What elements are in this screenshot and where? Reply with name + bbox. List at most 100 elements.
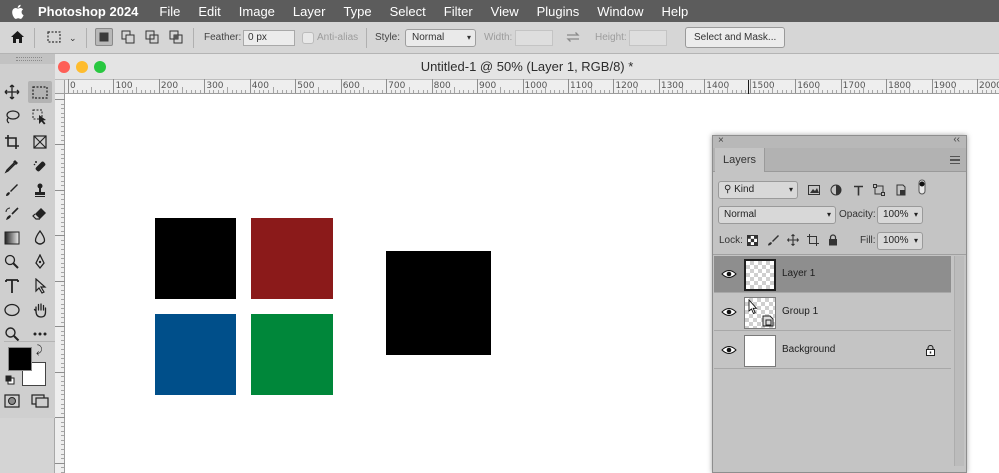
eye-icon[interactable] [721, 306, 737, 318]
blue-square[interactable] [155, 314, 236, 395]
dodge-tool-icon[interactable] [0, 251, 24, 273]
layer-row-layer-1[interactable]: Layer 1 [714, 256, 951, 293]
menu-select[interactable]: Select [381, 4, 435, 19]
close-panel-icon[interactable]: × [718, 135, 724, 146]
swap-colors-icon[interactable]: ⤸ [36, 344, 43, 357]
default-colors-icon[interactable] [5, 374, 15, 385]
preset-chevron-down-icon[interactable]: ⌄ [69, 33, 77, 44]
menu-image[interactable]: Image [230, 4, 284, 19]
home-icon[interactable] [8, 28, 26, 46]
menu-window[interactable]: Window [588, 4, 652, 19]
eye-icon[interactable] [721, 268, 737, 280]
type-layer-filter-icon[interactable] [851, 183, 865, 197]
gradient-tool-icon[interactable] [0, 227, 24, 249]
lock-image-pixels-icon[interactable] [766, 233, 780, 247]
pen-tool-icon[interactable] [28, 251, 52, 273]
hand-tool-icon[interactable] [28, 299, 52, 321]
app-menu[interactable]: Photoshop 2024 [34, 4, 150, 19]
green-square[interactable] [251, 314, 333, 395]
panel-menu-icon[interactable] [950, 156, 960, 164]
pixel-layer-filter-icon[interactable] [807, 183, 821, 197]
layers-scrollbar[interactable] [954, 256, 964, 466]
ruler-origin[interactable] [55, 80, 65, 94]
path-selection-tool-icon[interactable] [28, 275, 52, 297]
object-selection-tool-icon[interactable] [28, 106, 52, 128]
anti-alias-checkbox[interactable] [302, 32, 314, 44]
eye-icon[interactable] [721, 344, 737, 356]
ruler-minor-tick [490, 90, 492, 93]
foreground-color-swatch[interactable] [8, 347, 32, 371]
ruler-minor-tick [61, 439, 64, 441]
eraser-tool-icon[interactable] [28, 203, 52, 225]
quick-mask-icon[interactable] [0, 390, 24, 412]
menu-plugins[interactable]: Plugins [528, 4, 589, 19]
marquee-preset-icon[interactable] [45, 28, 63, 46]
fill-input[interactable]: 100% ▾ [877, 232, 923, 250]
style-select[interactable]: Normal ▾ [405, 29, 476, 47]
smart-object-filter-icon[interactable] [894, 183, 908, 197]
frame-tool-icon[interactable] [28, 131, 52, 153]
lock-transparent-pixels-icon[interactable] [745, 233, 759, 247]
ellipse-tool-icon[interactable] [0, 299, 24, 321]
eyedropper-tool-icon[interactable] [0, 155, 24, 177]
ruler-minor-tick [422, 90, 424, 93]
layer-name[interactable]: Layer 1 [782, 268, 815, 279]
menu-layer[interactable]: Layer [284, 4, 335, 19]
new-selection-icon[interactable] [95, 28, 113, 46]
horizontal-ruler[interactable]: 0 100 200 300 400 500 600 700 800 900 1000 1100 1200… [65, 79, 999, 94]
clone-stamp-tool-icon[interactable] [28, 179, 52, 201]
apple-icon[interactable] [0, 4, 34, 19]
layer-name[interactable]: Background [782, 344, 835, 355]
opacity-input[interactable]: 100% ▾ [877, 206, 923, 224]
menu-edit[interactable]: Edit [189, 4, 229, 19]
ruler-minor-tick [463, 90, 465, 93]
menu-view[interactable]: View [482, 4, 528, 19]
layer-row-background[interactable]: Background [714, 332, 951, 369]
lock-all-icon[interactable] [826, 233, 840, 247]
select-and-mask-button[interactable]: Select and Mask... [685, 27, 786, 48]
shape-layer-filter-icon[interactable] [872, 183, 886, 197]
crop-tool-icon[interactable] [0, 131, 24, 153]
lasso-tool-icon[interactable] [0, 106, 24, 128]
rectangular-marquee-tool-icon[interactable] [28, 81, 52, 103]
layer-name[interactable]: Group 1 [782, 306, 818, 317]
menu-help[interactable]: Help [653, 4, 698, 19]
red-square[interactable] [251, 218, 333, 299]
layer-row-group-1[interactable]: Group 1 [714, 294, 951, 331]
swap-width-height-icon[interactable] [564, 28, 582, 46]
screen-mode-icon[interactable] [28, 390, 52, 412]
menu-file[interactable]: File [150, 4, 189, 19]
lock-artboard-icon[interactable] [806, 233, 820, 247]
menu-type[interactable]: Type [334, 4, 380, 19]
tab-layers[interactable]: Layers [715, 148, 766, 172]
ruler-minor-tick [608, 90, 610, 93]
ruler-minor-tick [61, 376, 64, 378]
ruler-minor-tick [808, 90, 810, 93]
menu-filter[interactable]: Filter [435, 4, 482, 19]
move-tool-icon[interactable] [0, 81, 24, 103]
subtract-from-selection-icon[interactable] [143, 28, 161, 46]
vertical-ruler[interactable] [55, 94, 65, 473]
adjustment-layer-filter-icon[interactable] [829, 183, 843, 197]
lock-icon[interactable] [926, 344, 935, 359]
feather-input[interactable]: 0 px [243, 30, 295, 46]
collapse-panel-icon[interactable]: ‹‹ [953, 134, 960, 145]
black-square[interactable] [155, 218, 236, 299]
tools-panel-grip[interactable] [0, 54, 62, 64]
history-brush-tool-icon[interactable] [0, 203, 24, 225]
ruler-minor-tick [558, 90, 560, 93]
spot-healing-brush-tool-icon[interactable] [28, 155, 52, 177]
blur-tool-icon[interactable] [28, 227, 52, 249]
blend-mode-select[interactable]: Normal ▾ [718, 206, 836, 224]
width-input[interactable] [515, 30, 553, 46]
layer-filter-select[interactable]: ⚲ Kind ▾ [718, 181, 798, 199]
large-black-square[interactable] [386, 251, 491, 355]
type-tool-icon[interactable] [0, 275, 24, 297]
height-input[interactable] [629, 30, 667, 46]
intersect-selection-icon[interactable] [167, 28, 185, 46]
ruler-minor-tick [254, 90, 256, 93]
lock-position-icon[interactable] [786, 233, 800, 247]
brush-tool-icon[interactable] [0, 179, 24, 201]
add-to-selection-icon[interactable] [119, 28, 137, 46]
filter-toggle-icon[interactable] [915, 179, 929, 195]
